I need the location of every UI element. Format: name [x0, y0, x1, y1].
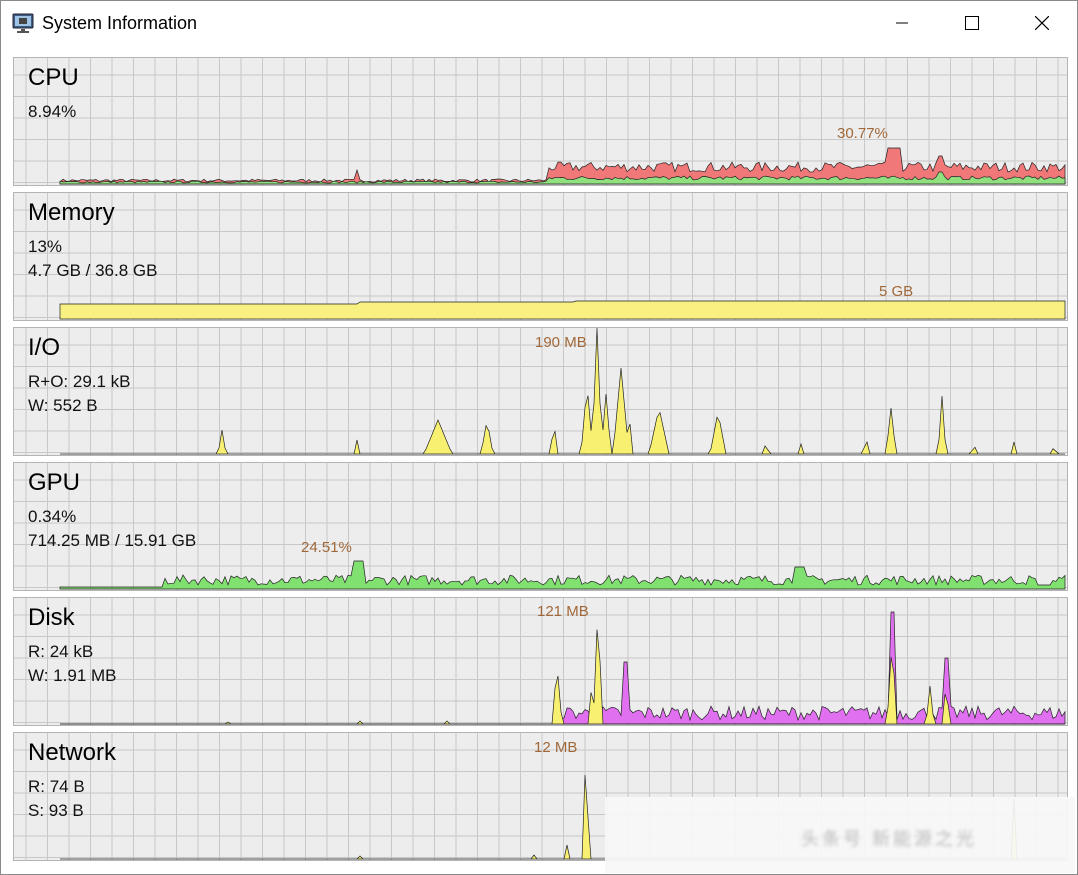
disk-read-trace [60, 629, 1065, 725]
memory-percent-value: 13% [28, 237, 63, 256]
memory-usage-value: 4.7 GB / 36.8 GB [28, 261, 158, 280]
memory-title: Memory [28, 199, 115, 226]
memory-peak-label: 5 GB [879, 283, 914, 300]
gpu-title: GPU [28, 469, 81, 496]
system-information-window: System Information CPU 8.94% 30.77% Memo… [0, 0, 1078, 875]
cpu-panel: CPU 8.94% 30.77% [13, 57, 1068, 186]
cpu-graph [14, 58, 1067, 185]
maximize-icon [965, 16, 979, 30]
memory-trace [59, 300, 1066, 320]
disk-title: Disk [28, 604, 75, 631]
gpu-graph [14, 463, 1067, 590]
gpu-memory-value: 714.25 MB / 15.91 GB [28, 531, 197, 550]
maximize-button[interactable] [937, 1, 1007, 45]
io-peak-label: 190 MB [535, 334, 587, 351]
memory-panel: Memory 13% 4.7 GB / 36.8 GB 5 GB [13, 192, 1068, 321]
close-button[interactable] [1007, 1, 1077, 45]
disk-write-value: W: 1.91 MB [28, 666, 117, 685]
minimize-button[interactable] [867, 1, 937, 45]
network-send-value: S: 93 B [28, 801, 84, 820]
cpu-usage-value: 8.94% [28, 102, 77, 121]
io-panel: I/O R+O: 29.1 kB W: 552 B 190 MB [13, 327, 1068, 456]
io-title: I/O [28, 334, 61, 361]
minimize-icon [896, 22, 908, 24]
monitor-chip-icon [12, 13, 34, 33]
watermark-text: 头条号 新能源之光 [801, 829, 978, 849]
gpu-trace [59, 560, 1066, 590]
network-receive-value: R: 74 B [28, 777, 85, 796]
memory-graph [14, 193, 1067, 320]
gpu-usage-value: 0.34% [28, 507, 77, 526]
close-icon [1035, 16, 1049, 30]
title-bar[interactable]: System Information [1, 1, 1077, 45]
gpu-peak-label: 24.51% [301, 539, 352, 556]
network-title: Network [28, 739, 117, 766]
disk-panel: Disk R: 24 kB W: 1.91 MB 121 MB [13, 597, 1068, 726]
graph-grid [14, 463, 1067, 590]
disk-read-value: R: 24 kB [28, 642, 94, 661]
network-peak-label: 12 MB [534, 739, 578, 756]
disk-write-trace [60, 611, 1066, 725]
io-read-other-value: R+O: 29.1 kB [28, 372, 131, 391]
disk-peak-label: 121 MB [537, 603, 589, 620]
io-write-value: W: 552 B [28, 396, 98, 415]
cpu-title: CPU [28, 64, 79, 91]
window-title: System Information [42, 13, 198, 33]
gpu-panel: GPU 0.34% 714.25 MB / 15.91 GB 24.51% [13, 462, 1068, 591]
cpu-peak-label: 30.77% [837, 125, 888, 142]
